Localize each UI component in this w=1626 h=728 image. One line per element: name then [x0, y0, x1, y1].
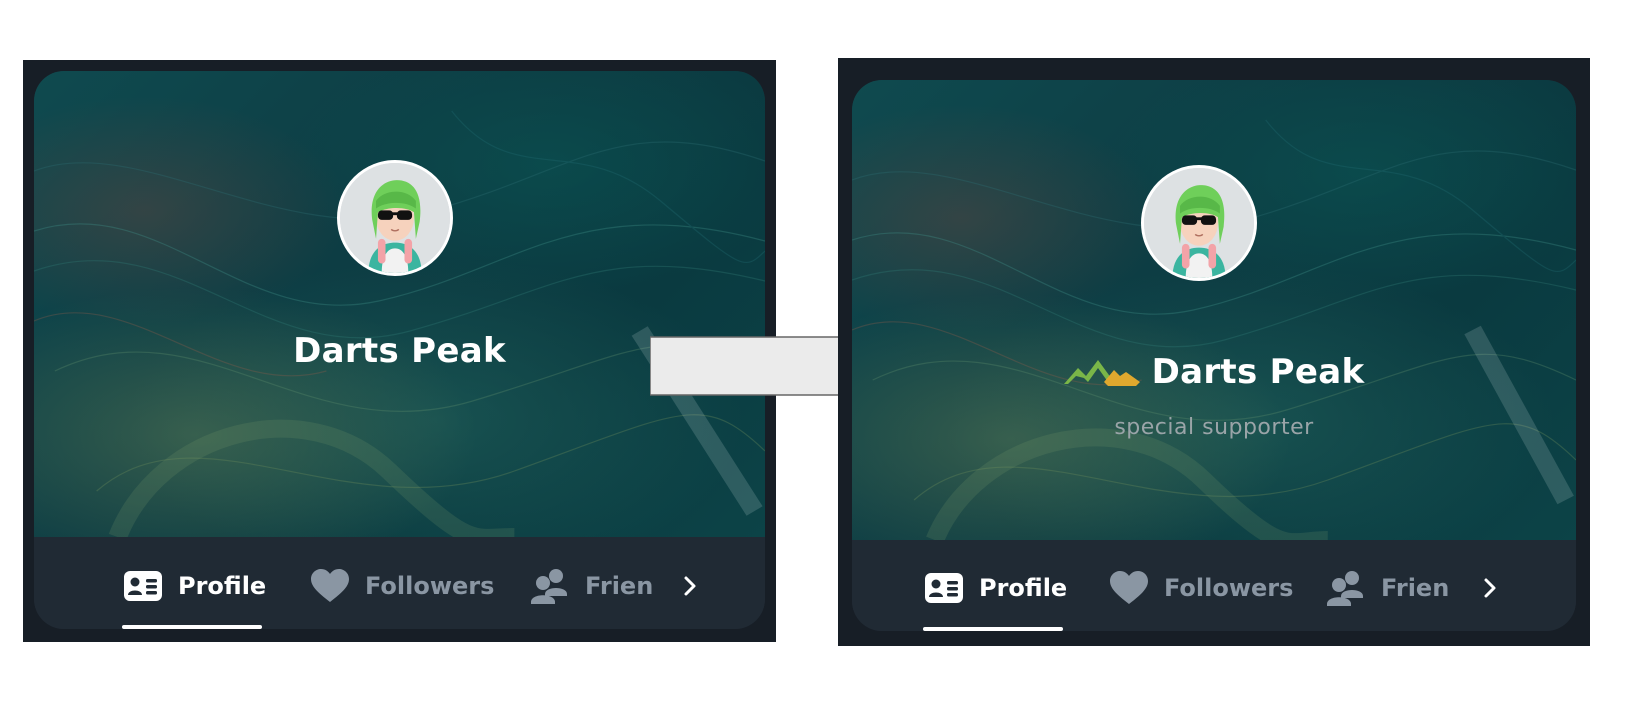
tab-label: Profile	[178, 572, 267, 600]
banner-background-art	[34, 110, 765, 537]
avatar-image	[340, 163, 450, 273]
supporter-subtitle: special supporter	[1114, 415, 1314, 440]
tab-label: Profile	[979, 574, 1068, 602]
avatar[interactable]	[1141, 165, 1257, 281]
tab-scroll-right[interactable]	[682, 543, 698, 629]
profile-banner: Darts Peak	[34, 71, 765, 537]
profile-tab-bar: Profile Followers Frien	[34, 543, 765, 629]
active-tab-indicator	[122, 625, 262, 629]
tab-followers[interactable]: Followers	[1110, 545, 1293, 631]
friends-icon	[531, 569, 567, 604]
tab-followers[interactable]: Followers	[311, 543, 494, 629]
tab-friends[interactable]: Frien	[1327, 545, 1449, 631]
friends-icon	[1327, 571, 1363, 606]
banner-background-art	[852, 119, 1576, 540]
tab-profile[interactable]: Profile	[124, 543, 266, 629]
profile-tab-bar: Profile Followers Frien	[852, 545, 1576, 631]
avatar[interactable]	[337, 160, 453, 276]
tab-scroll-right[interactable]	[1482, 545, 1498, 631]
heart-icon	[311, 569, 349, 602]
profile-card-icon	[124, 571, 162, 601]
active-tab-indicator	[923, 627, 1063, 631]
heart-icon	[1110, 571, 1148, 604]
avatar-image	[1144, 168, 1254, 278]
comparison-stage: Darts Peak Profile Followers Frien Darts…	[0, 0, 1626, 728]
tab-profile[interactable]: Profile	[925, 545, 1067, 631]
username-row: Darts Peak	[852, 352, 1576, 392]
tab-friends[interactable]: Frien	[531, 543, 653, 629]
profile-panel-after: Darts Peak special supporter Profile Fol…	[838, 58, 1590, 646]
tab-label: Frien	[585, 572, 654, 600]
chevron-right-icon	[1484, 578, 1496, 598]
profile-banner: Darts Peak special supporter	[852, 80, 1576, 540]
tab-label: Followers	[365, 572, 495, 600]
profile-card-icon	[925, 573, 963, 603]
username: Darts Peak	[1151, 352, 1365, 392]
mountain-badge-icon	[1063, 360, 1140, 386]
tab-label: Followers	[1164, 574, 1294, 602]
profile-card: Darts Peak special supporter Profile Fol…	[852, 80, 1576, 631]
tab-label: Frien	[1381, 574, 1450, 602]
chevron-right-icon	[684, 576, 696, 596]
